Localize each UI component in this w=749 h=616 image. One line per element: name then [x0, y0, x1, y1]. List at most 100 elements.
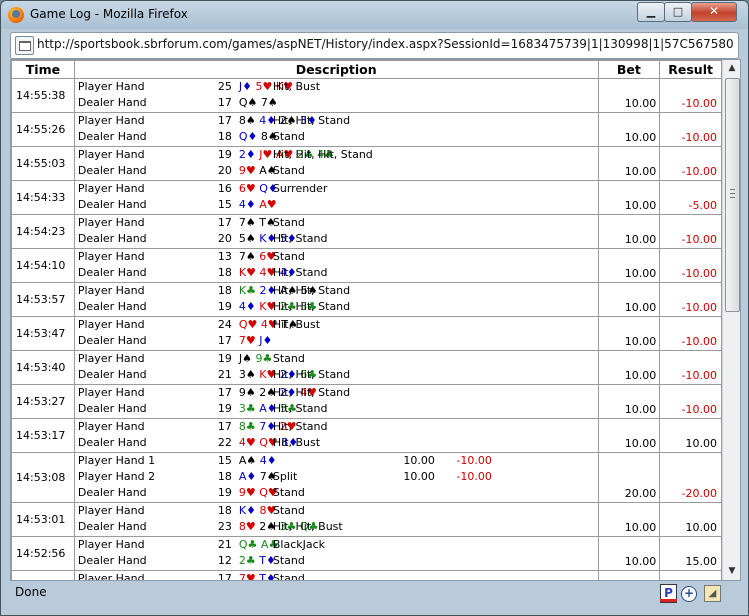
hand-line: Player Hand 19 2♦ J♥ A♥ 2♣ 4♣ Hit, Hit, Hi… — [75, 147, 598, 163]
resize-grip-icon[interactable]: ◢ — [704, 585, 721, 602]
round-result: -10.00 — [659, 384, 722, 419]
hand-bet: 10.00 — [403, 470, 435, 483]
spade-icon: ♠ — [242, 352, 252, 365]
round-time: 14:53:57 — [11, 282, 75, 317]
round-time: 14:55:38 — [11, 78, 75, 113]
bet-value: 10.00 — [624, 199, 657, 212]
card-rank: 7 — [238, 250, 246, 263]
round-bet: 10.00 — [597, 316, 661, 351]
result-value: -10.00 — [681, 267, 717, 280]
spade-icon: ♠ — [245, 216, 256, 229]
table-row: 14:53:01 Player Hand 18 K♦ 8♥ Stand Dealer H… — [11, 502, 722, 537]
card: J♥ — [259, 148, 272, 161]
club-icon: ♣ — [245, 402, 256, 415]
scroll-up-arrow-icon[interactable]: ▲ — [723, 60, 740, 77]
result-value: -5.00 — [688, 199, 717, 212]
hand-label: Player Hand — [77, 504, 145, 517]
round-result: 10.00 — [659, 418, 722, 453]
hand-actions: Stand — [272, 504, 305, 517]
round-time: 14:53:27 — [11, 384, 75, 419]
hand-total: 18 — [217, 284, 232, 297]
hand-actions: Stand — [272, 164, 305, 177]
round-description: Player Hand 17 8♣ 7♦ 2♥ Hit, Stand Dealer H… — [73, 418, 599, 453]
scrollbar-thumb[interactable] — [725, 78, 740, 312]
hand-line: Dealer Hand 19 4♦ K♥ 2♣ 3♣ Hit, Hit, Stand — [75, 299, 598, 315]
hand-line: Player Hand 17 9♠ 2♠ 2♦ 4♥ Hit, Hit, Stand — [75, 385, 598, 401]
hand-line: Player Hand 17 8♣ 7♦ 2♥ Hit, Stand — [75, 419, 598, 435]
hand-line: Player Hand 17 7♥ T♦ Stand — [75, 571, 598, 580]
card: 6♥ — [239, 182, 256, 195]
round-bet: 10.00 — [597, 570, 661, 580]
round-bet: 10.00 — [597, 214, 661, 249]
hand-total: 13 — [217, 250, 232, 263]
bet-value: 10.00 — [624, 233, 657, 246]
card: J♦ — [259, 334, 272, 347]
round-bet: 10.00 — [597, 350, 661, 385]
heart-icon: ♥ — [245, 572, 256, 580]
round-description: Player Hand 19 J♠ 9♣ Stand Dealer Hand 21 3♠ … — [73, 350, 599, 385]
popup-blocker-icon[interactable]: P — [660, 584, 677, 603]
hand-label: Player Hand — [77, 250, 145, 263]
table-row: 14:55:38 Player Hand 25 J♦ 5♥ K♥ Hit, Bust D… — [11, 78, 722, 113]
hand-total: 17 — [217, 114, 232, 127]
site-identity-icon[interactable] — [15, 36, 34, 55]
hand-actions: Stand — [272, 554, 305, 567]
card: Q♠ — [239, 96, 258, 109]
browser-window: Game Log - Mozilla Firefox ▁ □ ✕ http://… — [0, 0, 749, 616]
card-rank: 4 — [259, 454, 267, 467]
spade-icon: ♠ — [247, 96, 258, 109]
card-rank: A — [259, 198, 267, 211]
hand-actions: Stand — [272, 486, 305, 499]
round-time: 14:55:03 — [11, 146, 75, 181]
heart-icon: ♥ — [262, 80, 273, 93]
url-text[interactable]: http://sportsbook.sbrforum.com/games/asp… — [37, 37, 734, 51]
bet-value: 10.00 — [624, 97, 657, 110]
spade-icon: ♠ — [267, 96, 278, 109]
bet-value: 10.00 — [624, 267, 657, 280]
round-result: -10.00 — [659, 112, 722, 147]
title-bar[interactable]: Game Log - Mozilla Firefox ▁ □ ✕ — [1, 1, 748, 29]
close-button[interactable]: ✕ — [691, 2, 737, 22]
card: 7♠ — [261, 96, 278, 109]
scroll-down-arrow-icon[interactable]: ▼ — [723, 563, 740, 580]
hand-total: 19 — [217, 300, 232, 313]
hand-cards: A♦ 7♠ — [239, 469, 277, 485]
minimize-button[interactable]: ▁ — [637, 2, 665, 22]
card: K♣ — [239, 284, 256, 297]
heart-icon: ♥ — [266, 198, 277, 211]
card-rank: 4 — [238, 436, 246, 449]
card: K♦ — [239, 504, 256, 517]
add-on-icon[interactable]: + — [681, 586, 697, 602]
heart-icon: ♥ — [245, 164, 256, 177]
hand-line: Dealer Hand 15 4♦ A♥ — [75, 197, 598, 213]
hand-line: Dealer Hand 19 3♣ A♦ 5♣ Hit, Stand — [75, 401, 598, 417]
hand-line: Dealer Hand 18 K♥ 4♥ 4♦ Hit, Stand — [75, 265, 598, 281]
hand-label: Dealer Hand — [77, 368, 147, 381]
address-bar[interactable]: http://sportsbook.sbrforum.com/games/asp… — [10, 32, 739, 59]
header-description: Description — [73, 60, 599, 79]
hand-total: 17 — [217, 386, 232, 399]
bet-value: 10.00 — [624, 555, 657, 568]
card: Q♣ — [239, 538, 258, 551]
round-time: 14:54:23 — [11, 214, 75, 249]
round-bet: 10.00 — [597, 146, 661, 181]
hand-actions: Hit, Stand — [272, 232, 328, 245]
hand-line: Player Hand 2 18 A♦ 7♠ Split 10.00 -10.00 — [75, 469, 598, 485]
bet-value: 10.00 — [624, 165, 657, 178]
card-rank: K — [238, 266, 247, 279]
hand-label: Player Hand — [77, 114, 145, 127]
table-row: 14:54:23 Player Hand 17 7♠ T♠ Stand Dealer H… — [11, 214, 722, 249]
hand-label: Dealer Hand — [77, 402, 147, 415]
card-rank: A — [259, 164, 267, 177]
heart-icon: ♥ — [247, 318, 258, 331]
table-row: 14:52:50Player Hand177♥ T♦ StandDealer H… — [11, 570, 722, 580]
round-bet: 20.00 — [597, 452, 661, 503]
vertical-scrollbar[interactable]: ▲ ▼ — [722, 60, 740, 580]
hand-line: Player Hand 18 K♦ 8♥ Stand — [75, 503, 598, 519]
maximize-button[interactable]: □ — [664, 2, 692, 22]
card: 4♦ — [239, 300, 256, 313]
card-rank: 9 — [238, 386, 246, 399]
round-result: -10.00 — [659, 282, 722, 317]
hand-total: 17 — [217, 420, 232, 433]
diamond-icon: ♦ — [245, 300, 256, 313]
